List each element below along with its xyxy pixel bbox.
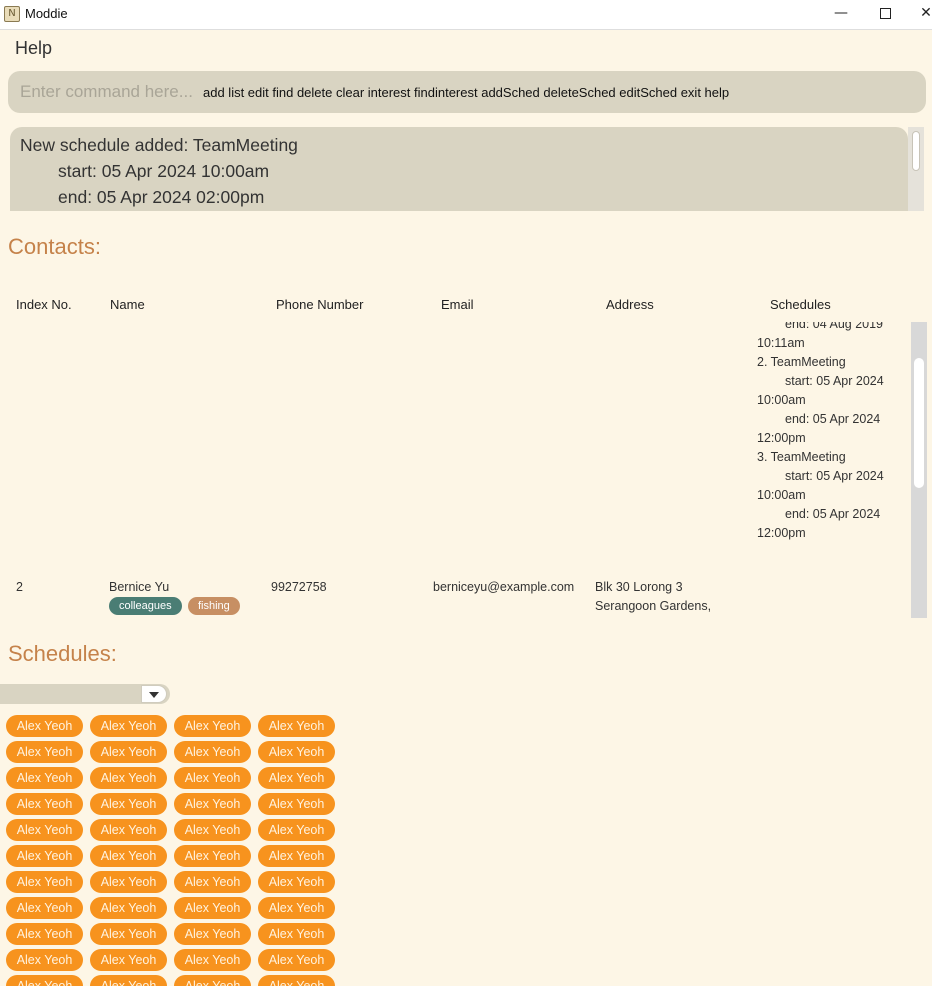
- participant-chip[interactable]: Alex Yeoh: [258, 923, 335, 945]
- participant-chip[interactable]: Alex Yeoh: [6, 793, 83, 815]
- participant-chip[interactable]: Alex Yeoh: [258, 715, 335, 737]
- schedule-line: 10:00am: [757, 488, 806, 502]
- participant-chip[interactable]: Alex Yeoh: [90, 793, 167, 815]
- result-scrollbar[interactable]: [908, 127, 924, 211]
- window-title: Moddie: [25, 6, 68, 21]
- schedule-line: start: 05 Apr 2024: [785, 374, 884, 388]
- contact-name: Bernice Yu: [109, 580, 170, 594]
- column-header-address: Address: [606, 297, 654, 312]
- command-box: add list edit find delete clear interest…: [8, 71, 926, 113]
- participant-chip[interactable]: Alex Yeoh: [174, 793, 251, 815]
- participant-chip[interactable]: Alex Yeoh: [6, 767, 83, 789]
- schedule-line: 2. TeamMeeting: [757, 355, 846, 369]
- schedule-line: 10:11am: [757, 336, 805, 350]
- participant-chip[interactable]: Alex Yeoh: [6, 897, 83, 919]
- participant-chip[interactable]: Alex Yeoh: [6, 949, 83, 971]
- command-input[interactable]: [20, 81, 200, 103]
- menu-help[interactable]: Help: [15, 38, 52, 59]
- participant-chip[interactable]: Alex Yeoh: [90, 975, 167, 986]
- contacts-title: Contacts:: [8, 234, 101, 259]
- contact-address: Serangoon Gardens,: [595, 599, 712, 613]
- maximize-icon: [879, 7, 891, 19]
- contact-address: Blk 30 Lorong 3: [595, 580, 683, 594]
- close-button[interactable]: ✕: [906, 0, 932, 29]
- participant-chip[interactable]: Alex Yeoh: [174, 897, 251, 919]
- participant-chip[interactable]: Alex Yeoh: [90, 845, 167, 867]
- participant-chip[interactable]: Alex Yeoh: [174, 975, 251, 986]
- close-icon: ✕: [920, 5, 932, 21]
- schedule-participant-grid: Alex Yeoh Alex Yeoh Alex Yeoh Alex Yeoh Alex…: [6, 715, 346, 986]
- contacts-scrollbar[interactable]: [911, 322, 927, 618]
- participant-chip[interactable]: Alex Yeoh: [258, 819, 335, 841]
- result-line: start: 05 Apr 2024 10:00am: [58, 161, 270, 181]
- participant-chip[interactable]: Alex Yeoh: [6, 715, 83, 737]
- participant-chip[interactable]: Alex Yeoh: [258, 741, 335, 763]
- contacts-scrollbar-thumb[interactable]: [914, 358, 924, 488]
- participant-chip[interactable]: Alex Yeoh: [258, 949, 335, 971]
- column-header-email: Email: [441, 297, 474, 312]
- participant-chip[interactable]: Alex Yeoh: [174, 845, 251, 867]
- participant-chip[interactable]: Alex Yeoh: [90, 767, 167, 789]
- participant-chip[interactable]: Alex Yeoh: [90, 741, 167, 763]
- participant-chip[interactable]: Alex Yeoh: [174, 715, 251, 737]
- participant-chip[interactable]: Alex Yeoh: [6, 845, 83, 867]
- participant-chip[interactable]: Alex Yeoh: [90, 871, 167, 893]
- participant-chip[interactable]: Alex Yeoh: [174, 741, 251, 763]
- result-display[interactable]: New schedule added: TeamMeeting start: 0…: [10, 127, 908, 211]
- participant-chip[interactable]: Alex Yeoh: [6, 741, 83, 763]
- schedule-line: 3. TeamMeeting: [757, 450, 846, 464]
- participant-chip[interactable]: Alex Yeoh: [258, 871, 335, 893]
- participant-chip[interactable]: Alex Yeoh: [258, 767, 335, 789]
- participant-chip[interactable]: Alex Yeoh: [90, 819, 167, 841]
- contacts-table[interactable]: end: 04 Aug 2019 10:11am 2. TeamMeeting …: [0, 322, 908, 618]
- schedule-line: 12:00pm: [757, 431, 806, 445]
- result-scrollbar-thumb[interactable]: [912, 131, 920, 171]
- column-header-schedules: Schedules: [770, 297, 831, 312]
- schedule-line: end: 05 Apr 2024: [785, 507, 881, 521]
- participant-chip[interactable]: Alex Yeoh: [90, 897, 167, 919]
- column-header-index: Index No.: [16, 297, 72, 312]
- maximize-button[interactable]: [862, 0, 908, 29]
- schedule-line: end: 04 Aug 2019: [785, 322, 884, 331]
- participant-chip[interactable]: Alex Yeoh: [258, 897, 335, 919]
- participant-chip[interactable]: Alex Yeoh: [90, 949, 167, 971]
- result-line: New schedule added: TeamMeeting: [20, 135, 298, 155]
- participant-chip[interactable]: Alex Yeoh: [6, 923, 83, 945]
- participant-chip[interactable]: Alex Yeoh: [174, 819, 251, 841]
- participant-chip[interactable]: Alex Yeoh: [90, 715, 167, 737]
- participant-chip[interactable]: Alex Yeoh: [6, 819, 83, 841]
- participant-chip[interactable]: Alex Yeoh: [258, 845, 335, 867]
- schedule-line: 10:00am: [757, 393, 806, 407]
- tag-fishing: fishing: [188, 597, 240, 615]
- schedule-line: end: 05 Apr 2024: [785, 412, 881, 426]
- participant-chip[interactable]: Alex Yeoh: [258, 793, 335, 815]
- participant-chip[interactable]: Alex Yeoh: [6, 975, 83, 986]
- participant-chip[interactable]: Alex Yeoh: [174, 871, 251, 893]
- schedule-line: 12:00pm: [757, 526, 806, 540]
- schedule-line: start: 05 Apr 2024: [785, 469, 884, 483]
- schedules-title: Schedules:: [8, 641, 117, 666]
- participant-chip[interactable]: Alex Yeoh: [174, 767, 251, 789]
- command-hint: add list edit find delete clear interest…: [203, 85, 730, 100]
- participant-chip[interactable]: Alex Yeoh: [174, 923, 251, 945]
- title-bar: N Moddie — ✕: [0, 0, 932, 30]
- chevron-down-icon: [149, 692, 159, 698]
- minimize-button[interactable]: —: [818, 0, 864, 29]
- participant-chip[interactable]: Alex Yeoh: [174, 949, 251, 971]
- schedule-select-button[interactable]: [141, 685, 167, 703]
- app-logo-icon: N: [4, 6, 20, 22]
- contact-phone: 99272758: [271, 580, 327, 594]
- contact-index: 2: [16, 580, 23, 594]
- participant-chip[interactable]: Alex Yeoh: [90, 923, 167, 945]
- result-line: end: 05 Apr 2024 02:00pm: [58, 187, 265, 207]
- contact-email: berniceyu@example.com: [433, 580, 575, 594]
- participant-chip[interactable]: Alex Yeoh: [6, 871, 83, 893]
- tag-colleagues: colleagues: [109, 597, 182, 615]
- minimize-icon: —: [834, 5, 848, 21]
- schedule-select[interactable]: [0, 684, 170, 704]
- column-header-phone: Phone Number: [276, 297, 364, 312]
- column-header-name: Name: [110, 297, 145, 312]
- participant-chip[interactable]: Alex Yeoh: [258, 975, 335, 986]
